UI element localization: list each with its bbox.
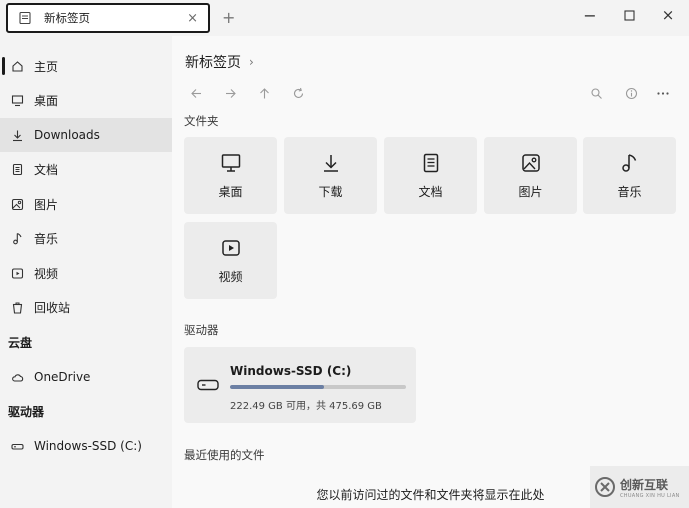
drive-name: Windows-SSD (C:) [230,364,352,378]
document-icon [419,151,443,175]
sidebar-item-label: 音乐 [34,231,59,246]
folder-label: 下载 [318,185,343,199]
folder-label: 桌面 [218,185,243,199]
drive-icon [10,439,24,453]
sidebar-section-drives: 驱动器 [8,405,45,419]
forward-button[interactable] [221,84,239,102]
sidebar-item-videos[interactable]: 视频 [0,256,172,290]
drive-icon [197,379,219,391]
folder-label: 图片 [518,185,543,199]
title-bar: 新标签页 × + − × [0,0,689,36]
refresh-button[interactable] [289,84,307,102]
drives-section-title: 驱动器 [184,323,219,337]
arrow-right-icon [225,88,236,98]
more-icon [657,91,669,95]
watermark-cn: 创新互联 [620,477,669,492]
sidebar-item-label: 图片 [34,197,59,212]
drive-usage-bar [230,385,406,389]
sidebar: 主页 桌面 Downloads 文档 图片 音乐 视频 回收站 云盘 OneDr… [0,36,172,508]
sidebar-item-label: 主页 [34,59,59,74]
more-options-button[interactable] [654,84,672,102]
sidebar-item-documents[interactable]: 文档 [0,152,172,186]
breadcrumb-item[interactable]: 新标签页 [185,52,241,72]
sidebar-item-onedrive[interactable]: OneDrive [0,360,172,394]
back-button[interactable] [187,84,205,102]
folder-label: 视频 [218,270,243,284]
sidebar-item-label: 桌面 [34,93,59,108]
arrow-up-icon [259,87,269,98]
sidebar-item-label: 视频 [34,266,59,281]
video-icon [10,266,24,280]
sidebar-item-home[interactable]: 主页 [0,49,172,83]
tab-page-icon [19,11,31,25]
desktop-icon [219,151,243,175]
download-icon [319,151,343,175]
music-icon [618,151,642,175]
cloud-icon [10,370,24,384]
search-icon [590,87,602,99]
close-window-button[interactable]: × [658,5,678,25]
folder-card-music[interactable]: 音乐 [583,137,676,214]
home-icon [10,59,24,73]
folder-label: 音乐 [617,185,642,199]
watermark-en: CHUANG XIN HU LIAN [620,492,680,499]
recycle-bin-icon [10,300,24,314]
refresh-icon [293,87,303,98]
minimize-button[interactable]: − [580,5,600,25]
picture-icon [519,151,543,175]
tab-close-icon[interactable]: × [187,11,198,26]
download-icon [10,128,24,142]
sidebar-item-downloads[interactable]: Downloads [0,118,172,152]
new-tab-button[interactable]: + [222,8,235,27]
sidebar-item-desktop[interactable]: 桌面 [0,83,172,117]
up-button[interactable] [255,84,273,102]
sidebar-section-cloud: 云盘 [8,336,33,350]
sidebar-item-pictures[interactable]: 图片 [0,187,172,221]
folder-card-documents[interactable]: 文档 [384,137,477,214]
sidebar-item-windows-ssd[interactable]: Windows-SSD (C:) [0,429,172,463]
folder-card-desktop[interactable]: 桌面 [184,137,277,214]
main-content: 新标签页 › 文件夹 桌面 下载 文档 图片 音乐 视频 驱动器 Windows… [172,36,689,508]
watermark-logo-icon [595,477,615,497]
maximize-icon [623,9,635,21]
close-icon: × [661,6,675,24]
watermark: 创新互联 CHUANG XIN HU LIAN [590,466,689,508]
sidebar-item-recycle-bin[interactable]: 回收站 [0,290,172,324]
search-button[interactable] [587,84,605,102]
tab-title: 新标签页 [44,11,90,25]
browser-tab[interactable]: 新标签页 × [6,3,210,33]
music-icon [10,231,24,245]
desktop-icon [10,93,24,107]
sidebar-item-label: 回收站 [34,300,71,315]
info-icon [625,87,637,99]
sidebar-item-label: OneDrive [34,370,91,384]
folder-card-videos[interactable]: 视频 [184,222,277,299]
sidebar-item-label: Windows-SSD (C:) [34,439,142,453]
details-button[interactable] [622,84,640,102]
folders-section-title: 文件夹 [184,114,219,128]
folder-card-downloads[interactable]: 下载 [284,137,377,214]
watermark-text: 创新互联 CHUANG XIN HU LIAN [620,476,680,499]
sidebar-item-label: Downloads [34,128,100,142]
document-icon [10,162,24,176]
sidebar-item-label: 文档 [34,162,59,177]
chevron-right-icon[interactable]: › [249,55,254,69]
folder-label: 文档 [418,185,443,199]
breadcrumb: 新标签页 › [185,52,254,72]
recent-files-section-title: 最近使用的文件 [184,448,265,462]
drive-card-windows-ssd[interactable]: Windows-SSD (C:) 222.49 GB 可用，共 475.69 G… [184,347,416,423]
picture-icon [10,197,24,211]
arrow-left-icon [190,88,201,98]
folder-card-pictures[interactable]: 图片 [484,137,577,214]
maximize-button[interactable] [619,5,639,25]
drive-space-text: 222.49 GB 可用，共 475.69 GB [230,401,382,412]
minimize-icon: − [583,5,597,25]
sidebar-item-music[interactable]: 音乐 [0,221,172,255]
drive-usage-fill [230,385,324,389]
video-icon [219,236,243,260]
